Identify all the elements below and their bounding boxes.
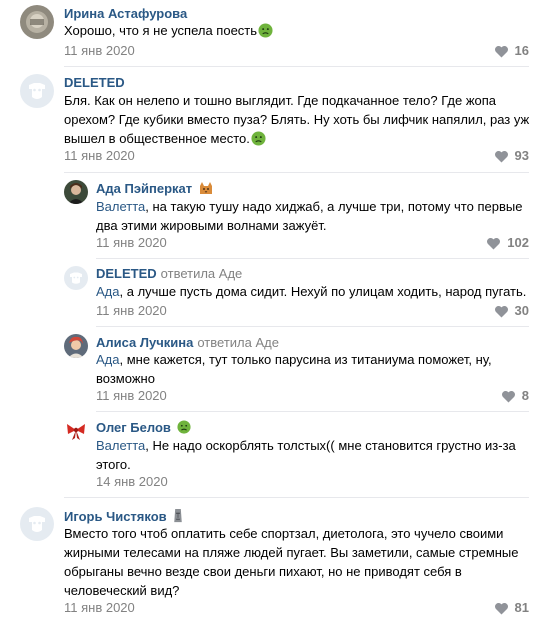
author-name[interactable]: Алиса Лучкина — [96, 335, 193, 350]
comment-header: Алиса Лучкина ответила Аде — [96, 335, 279, 351]
heart-icon — [494, 150, 508, 163]
reply-word: ответила — [160, 266, 216, 281]
comment-text: Ада, мне кажется, тут только парусина из… — [96, 350, 516, 388]
moai-icon — [173, 508, 182, 523]
heart-icon — [494, 305, 508, 318]
comment-date[interactable]: 11 янв 2020 — [64, 600, 135, 616]
comment-header: DELETED — [64, 75, 125, 91]
avatar[interactable] — [20, 5, 54, 39]
comment-text: Ада, а лучше пусть дома сидит. Нехуй по … — [96, 282, 536, 301]
author-name[interactable]: Ада Пэйперкат — [96, 181, 192, 196]
comment-text: Валетта, Не надо оскорблять толстых(( мн… — [96, 436, 536, 474]
comment-date[interactable]: 11 янв 2020 — [64, 43, 135, 59]
reply-word: ответила — [197, 335, 252, 350]
comment-text-body: Вместо того чтоб оплатить себе спортзал,… — [64, 526, 519, 598]
comment-text-body: , а лучше пусть дома сидит. Нехуй по ули… — [119, 284, 527, 299]
heart-icon — [494, 45, 508, 58]
comment-header: DELETED ответила Аде — [96, 266, 242, 282]
comment-text-body: Бля. Как он нелепо и тошно выглядит. Где… — [64, 93, 530, 146]
user-photo-icon — [20, 5, 54, 39]
comment-date[interactable]: 11 янв 2020 — [96, 388, 167, 404]
comment-text: Валетта, на такую тушу надо хиджаб, а лу… — [96, 197, 536, 235]
comment-text: Вместо того чтоб оплатить себе спортзал,… — [64, 524, 534, 600]
avatar[interactable] — [64, 419, 88, 443]
like-count: 102 — [507, 235, 529, 250]
nauseated-face-icon — [258, 23, 273, 38]
heart-icon — [501, 390, 515, 403]
author-name[interactable]: DELETED — [64, 75, 125, 90]
comment-header: Ада Пэйперкат — [96, 181, 214, 197]
comment-divider — [96, 258, 529, 259]
avatar[interactable] — [64, 266, 88, 290]
author-name[interactable]: Олег Белов — [96, 420, 171, 435]
author-name[interactable]: Игорь Чистяков — [64, 509, 167, 524]
comment-text: Бля. Как он нелепо и тошно выглядит. Где… — [64, 91, 534, 148]
comment-text-body: , Не надо оскорблять толстых(( мне стано… — [96, 438, 516, 472]
deleted-dog-icon — [20, 74, 54, 108]
comment-text: Хорошо, что я не успела поесть — [64, 21, 529, 40]
comment-header: Игорь Чистяков — [64, 508, 183, 525]
heart-icon — [487, 237, 501, 250]
mention-link[interactable]: Валетта — [96, 199, 145, 214]
deleted-dog-icon — [64, 266, 88, 290]
comment-text-body: , мне кажется, тут только парусина из ти… — [96, 352, 492, 386]
reply-target-link[interactable]: Аде — [255, 335, 279, 350]
like-button[interactable]: 30 — [494, 303, 529, 319]
comment-date[interactable]: 14 янв 2020 — [96, 474, 168, 490]
avatar[interactable] — [20, 74, 54, 108]
user-photo-icon — [64, 334, 88, 358]
like-button[interactable]: 81 — [494, 600, 529, 616]
like-count: 93 — [514, 148, 529, 163]
comment-divider — [64, 172, 529, 173]
comment-date[interactable]: 11 янв 2020 — [96, 235, 167, 251]
like-button[interactable]: 8 — [501, 388, 529, 404]
comment-text-body: , на такую тушу надо хиджаб, а лучше три… — [96, 199, 523, 233]
bow-icon — [64, 419, 88, 443]
comment-date[interactable]: 11 янв 2020 — [64, 148, 135, 164]
comment-divider — [64, 66, 529, 67]
comment-divider — [64, 497, 529, 498]
like-count: 30 — [514, 303, 529, 318]
reply-to: ответила Аде — [161, 266, 243, 281]
avatar[interactable] — [64, 180, 88, 204]
comment-divider — [96, 411, 529, 412]
comment-date[interactable]: 11 янв 2020 — [96, 303, 167, 319]
avatar[interactable] — [64, 334, 88, 358]
avatar[interactable] — [20, 507, 54, 541]
mention-link[interactable]: Ада — [96, 352, 120, 367]
like-button[interactable]: 16 — [494, 43, 529, 59]
nauseated-face-icon — [251, 131, 266, 146]
cat-icon — [200, 182, 213, 194]
comment-divider — [96, 326, 529, 327]
user-photo-icon — [64, 180, 88, 204]
mention-link[interactable]: Валетта — [96, 438, 145, 453]
like-count: 81 — [514, 600, 529, 615]
deleted-dog-icon — [20, 507, 54, 541]
heart-icon — [494, 602, 508, 615]
like-button[interactable]: 102 — [486, 235, 529, 251]
reply-target-link[interactable]: Аде — [219, 266, 243, 281]
like-button[interactable]: 93 — [494, 148, 529, 164]
nauseated-face-icon — [177, 420, 191, 434]
comment-header: Ирина Астафурова — [64, 6, 187, 22]
like-count: 16 — [514, 43, 529, 58]
mention-link[interactable]: Ада — [96, 284, 120, 299]
author-name[interactable]: DELETED — [96, 266, 157, 281]
reply-to: ответила Аде — [197, 335, 279, 350]
comment-text-body: Хорошо, что я не успела поесть — [64, 23, 258, 38]
author-name[interactable]: Ирина Астафурова — [64, 6, 187, 21]
like-count: 8 — [521, 388, 529, 403]
comment-header: Олег Белов — [96, 420, 191, 436]
